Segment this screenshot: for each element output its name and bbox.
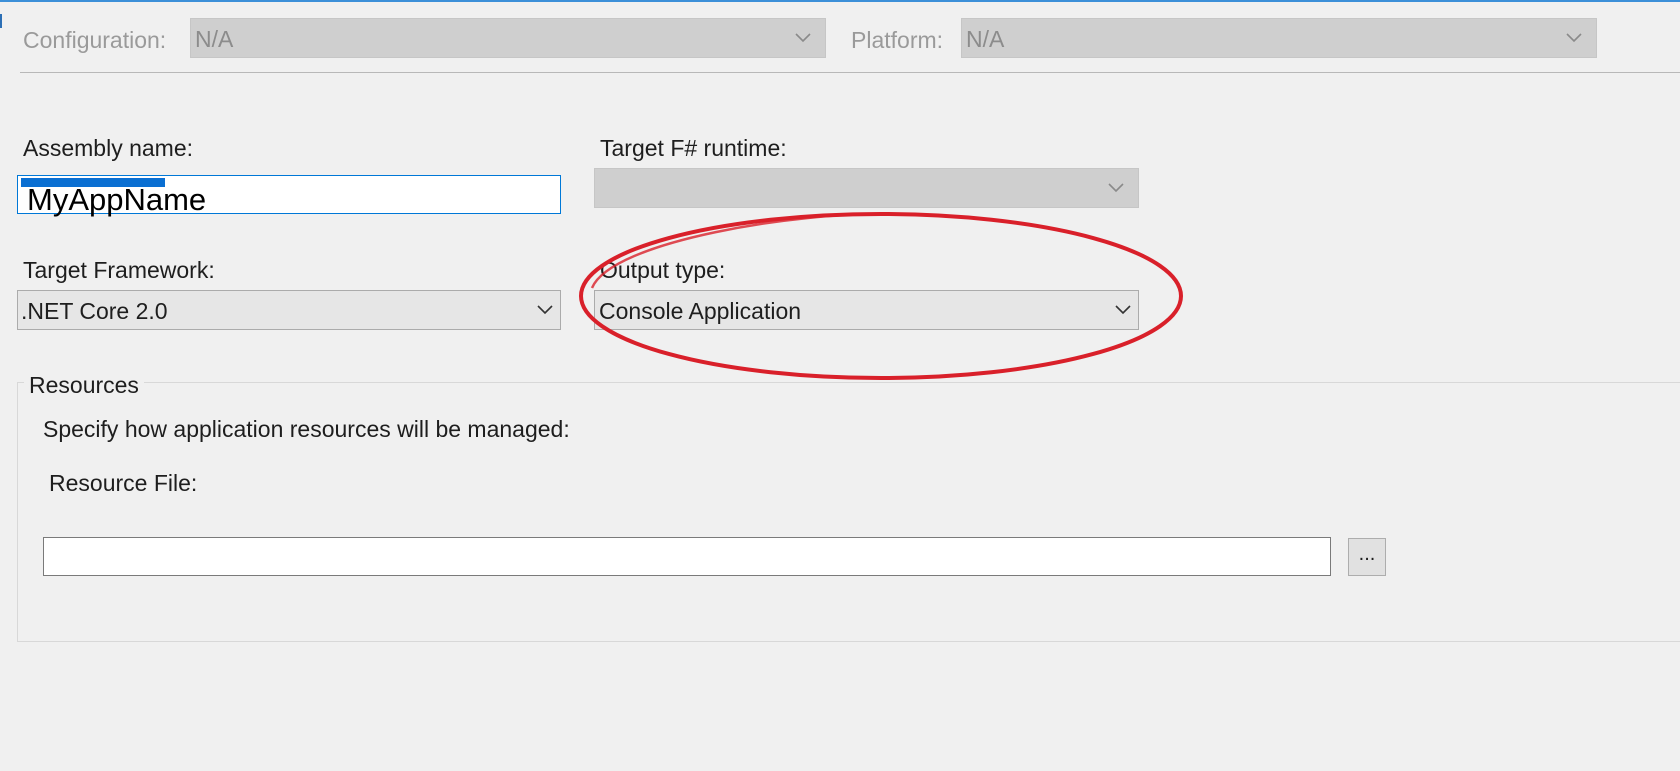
assembly-name-value: MyAppName xyxy=(27,182,207,217)
resource-file-label: Resource File: xyxy=(49,470,198,496)
assembly-name-label: Assembly name: xyxy=(23,135,194,161)
chevron-down-icon xyxy=(1566,33,1582,43)
configuration-dropdown[interactable]: N/A xyxy=(190,18,826,58)
assembly-name-input[interactable]: MyAppName xyxy=(17,175,561,217)
config-divider xyxy=(20,72,1680,73)
output-type-dropdown[interactable]: Console Application xyxy=(594,290,1139,330)
output-type-label: Output type: xyxy=(600,257,726,283)
resources-description: Specify how application resources will b… xyxy=(43,416,570,442)
chevron-down-icon xyxy=(537,305,553,315)
platform-label: Platform: xyxy=(851,27,944,53)
resource-file-input[interactable] xyxy=(43,537,1331,576)
target-framework-dropdown[interactable]: .NET Core 2.0 xyxy=(17,290,561,330)
chevron-down-icon xyxy=(1115,305,1131,315)
resources-group-title: Resources xyxy=(24,374,144,397)
output-type-value: Console Application xyxy=(599,298,802,324)
configuration-value: N/A xyxy=(195,26,234,52)
window-top-border xyxy=(0,0,1680,2)
target-runtime-label: Target F# runtime: xyxy=(600,135,787,161)
chevron-down-icon xyxy=(1108,183,1124,193)
target-runtime-dropdown[interactable] xyxy=(594,168,1139,208)
window-edge-marker xyxy=(0,14,2,28)
browse-button[interactable]: ... xyxy=(1348,538,1386,576)
target-framework-label: Target Framework: xyxy=(23,257,215,283)
target-framework-value: .NET Core 2.0 xyxy=(21,298,168,324)
configuration-label: Configuration: xyxy=(23,27,167,53)
platform-dropdown[interactable]: N/A xyxy=(961,18,1597,58)
chevron-down-icon xyxy=(795,33,811,43)
platform-value: N/A xyxy=(966,26,1005,52)
